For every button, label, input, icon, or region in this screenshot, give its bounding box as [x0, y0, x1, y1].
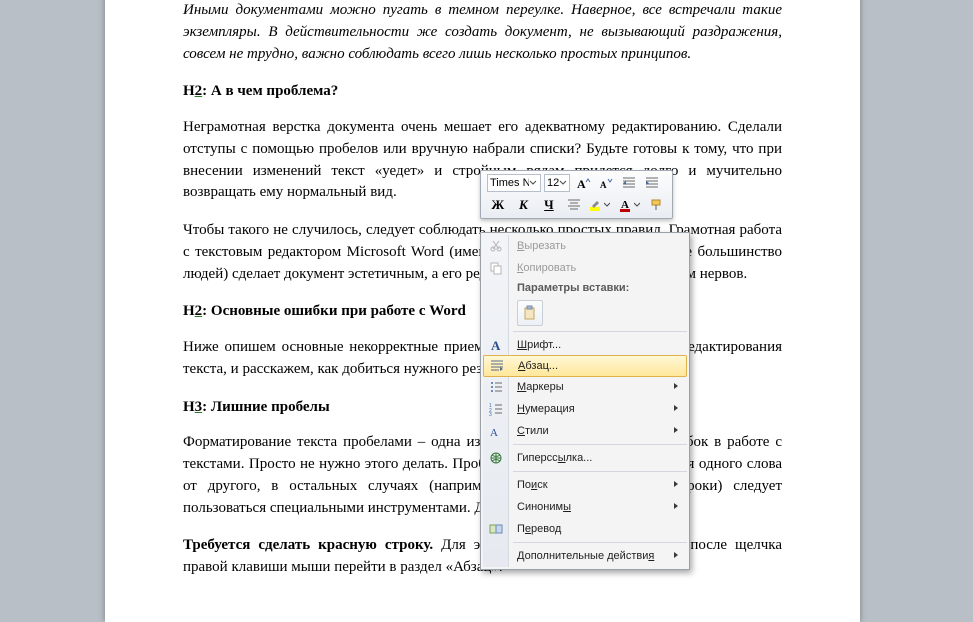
font-size-value: 12 [547, 177, 559, 189]
paste-option-button[interactable] [517, 300, 543, 326]
svg-text:A: A [600, 180, 607, 190]
paste-options-header: Параметры вставки: [483, 279, 687, 297]
svg-text:A: A [577, 177, 586, 190]
menu-label: Синонимы [517, 501, 571, 513]
hyperlink-icon [488, 450, 504, 466]
grow-font-button[interactable]: A [573, 174, 593, 192]
submenu-arrow-icon [673, 479, 679, 491]
menu-label: Поиск [517, 479, 548, 491]
intro-paragraph: Иными документами можно пугать в темном … [183, 0, 782, 65]
submenu-arrow-icon [673, 403, 679, 415]
font-name-value: Times Ne [490, 177, 529, 189]
menu-label: Вырезать [517, 240, 566, 252]
heading-h2-problem: Н2: А в чем проблема? [183, 81, 782, 103]
heading-text: : Лишние пробелы [202, 399, 330, 415]
menu-item-paragraph[interactable]: Абзац... [483, 355, 687, 377]
menu-item-bullets[interactable]: Маркеры [483, 376, 687, 398]
svg-text:3: 3 [489, 412, 492, 416]
mini-toolbar: Times Ne 12 A A Ж К Ч A [480, 170, 673, 219]
menu-item-styles[interactable]: A Стили [483, 420, 687, 442]
chevron-down-icon [633, 202, 641, 208]
menu-label: Перевод [517, 523, 561, 535]
highlight-button[interactable] [587, 196, 613, 214]
menu-label: Копировать [517, 262, 576, 274]
translate-icon [488, 521, 504, 537]
menu-label: Абзац... [518, 360, 558, 372]
menu-item-hyperlink[interactable]: Гиперссылка... [483, 447, 687, 469]
menu-item-translate[interactable]: Перевод [483, 518, 687, 540]
menu-item-extra-actions[interactable]: Дополнительные действия [483, 545, 687, 567]
cut-icon [488, 238, 504, 254]
bullets-icon [488, 379, 504, 395]
font-name-combo[interactable]: Times Ne [487, 174, 541, 192]
heading-prefix: Н [183, 303, 195, 319]
font-icon: A [488, 337, 504, 353]
shrink-font-button[interactable]: A [596, 174, 616, 192]
menu-label: Маркеры [517, 381, 564, 393]
chevron-down-icon [603, 202, 611, 208]
menu-label: Нумерация [517, 403, 575, 415]
heading-prefix: Н [183, 83, 195, 99]
heading-text: : Основные ошибки при работе с Word [202, 303, 466, 319]
menu-item-search[interactable]: Поиск [483, 474, 687, 496]
format-painter-button[interactable] [646, 196, 666, 214]
menu-label: Дополнительные действия [517, 550, 654, 562]
menu-item-cut[interactable]: Вырезать [483, 235, 687, 257]
font-color-button[interactable]: A [617, 196, 643, 214]
increase-indent-button[interactable] [642, 174, 662, 192]
bold-text: Требуется сделать красную строку. [183, 537, 433, 553]
menu-label: Гиперссылка... [517, 452, 592, 464]
submenu-arrow-icon [673, 501, 679, 513]
chevron-down-icon [529, 179, 538, 187]
menu-item-numbering[interactable]: 123 Нумерация [483, 398, 687, 420]
heading-prefix: Н [183, 399, 195, 415]
menu-item-font[interactable]: A Шрифт... [483, 334, 687, 356]
align-center-button[interactable] [564, 196, 584, 214]
font-size-combo[interactable]: 12 [544, 174, 570, 192]
numbering-icon: 123 [488, 401, 504, 417]
underline-button[interactable]: Ч [538, 195, 560, 215]
submenu-arrow-icon [673, 550, 679, 562]
paragraph-icon [489, 358, 505, 374]
submenu-arrow-icon [673, 381, 679, 393]
menu-label: Шрифт... [517, 339, 561, 351]
menu-label: Стили [517, 425, 549, 437]
heading-text: : А в чем проблема? [202, 83, 338, 99]
copy-icon [488, 260, 504, 276]
decrease-indent-button[interactable] [619, 174, 639, 192]
context-menu: Вырезать Копировать Параметры вставки: A… [480, 232, 690, 570]
menu-item-copy[interactable]: Копировать [483, 257, 687, 279]
submenu-arrow-icon [673, 425, 679, 437]
bold-button[interactable]: Ж [487, 195, 509, 215]
menu-item-synonyms[interactable]: Синонимы [483, 496, 687, 518]
paste-options-row [483, 297, 687, 329]
svg-text:A: A [491, 338, 501, 352]
svg-text:A: A [490, 427, 498, 438]
chevron-down-icon [559, 179, 567, 187]
styles-icon: A [488, 423, 504, 439]
italic-button[interactable]: К [513, 195, 535, 215]
